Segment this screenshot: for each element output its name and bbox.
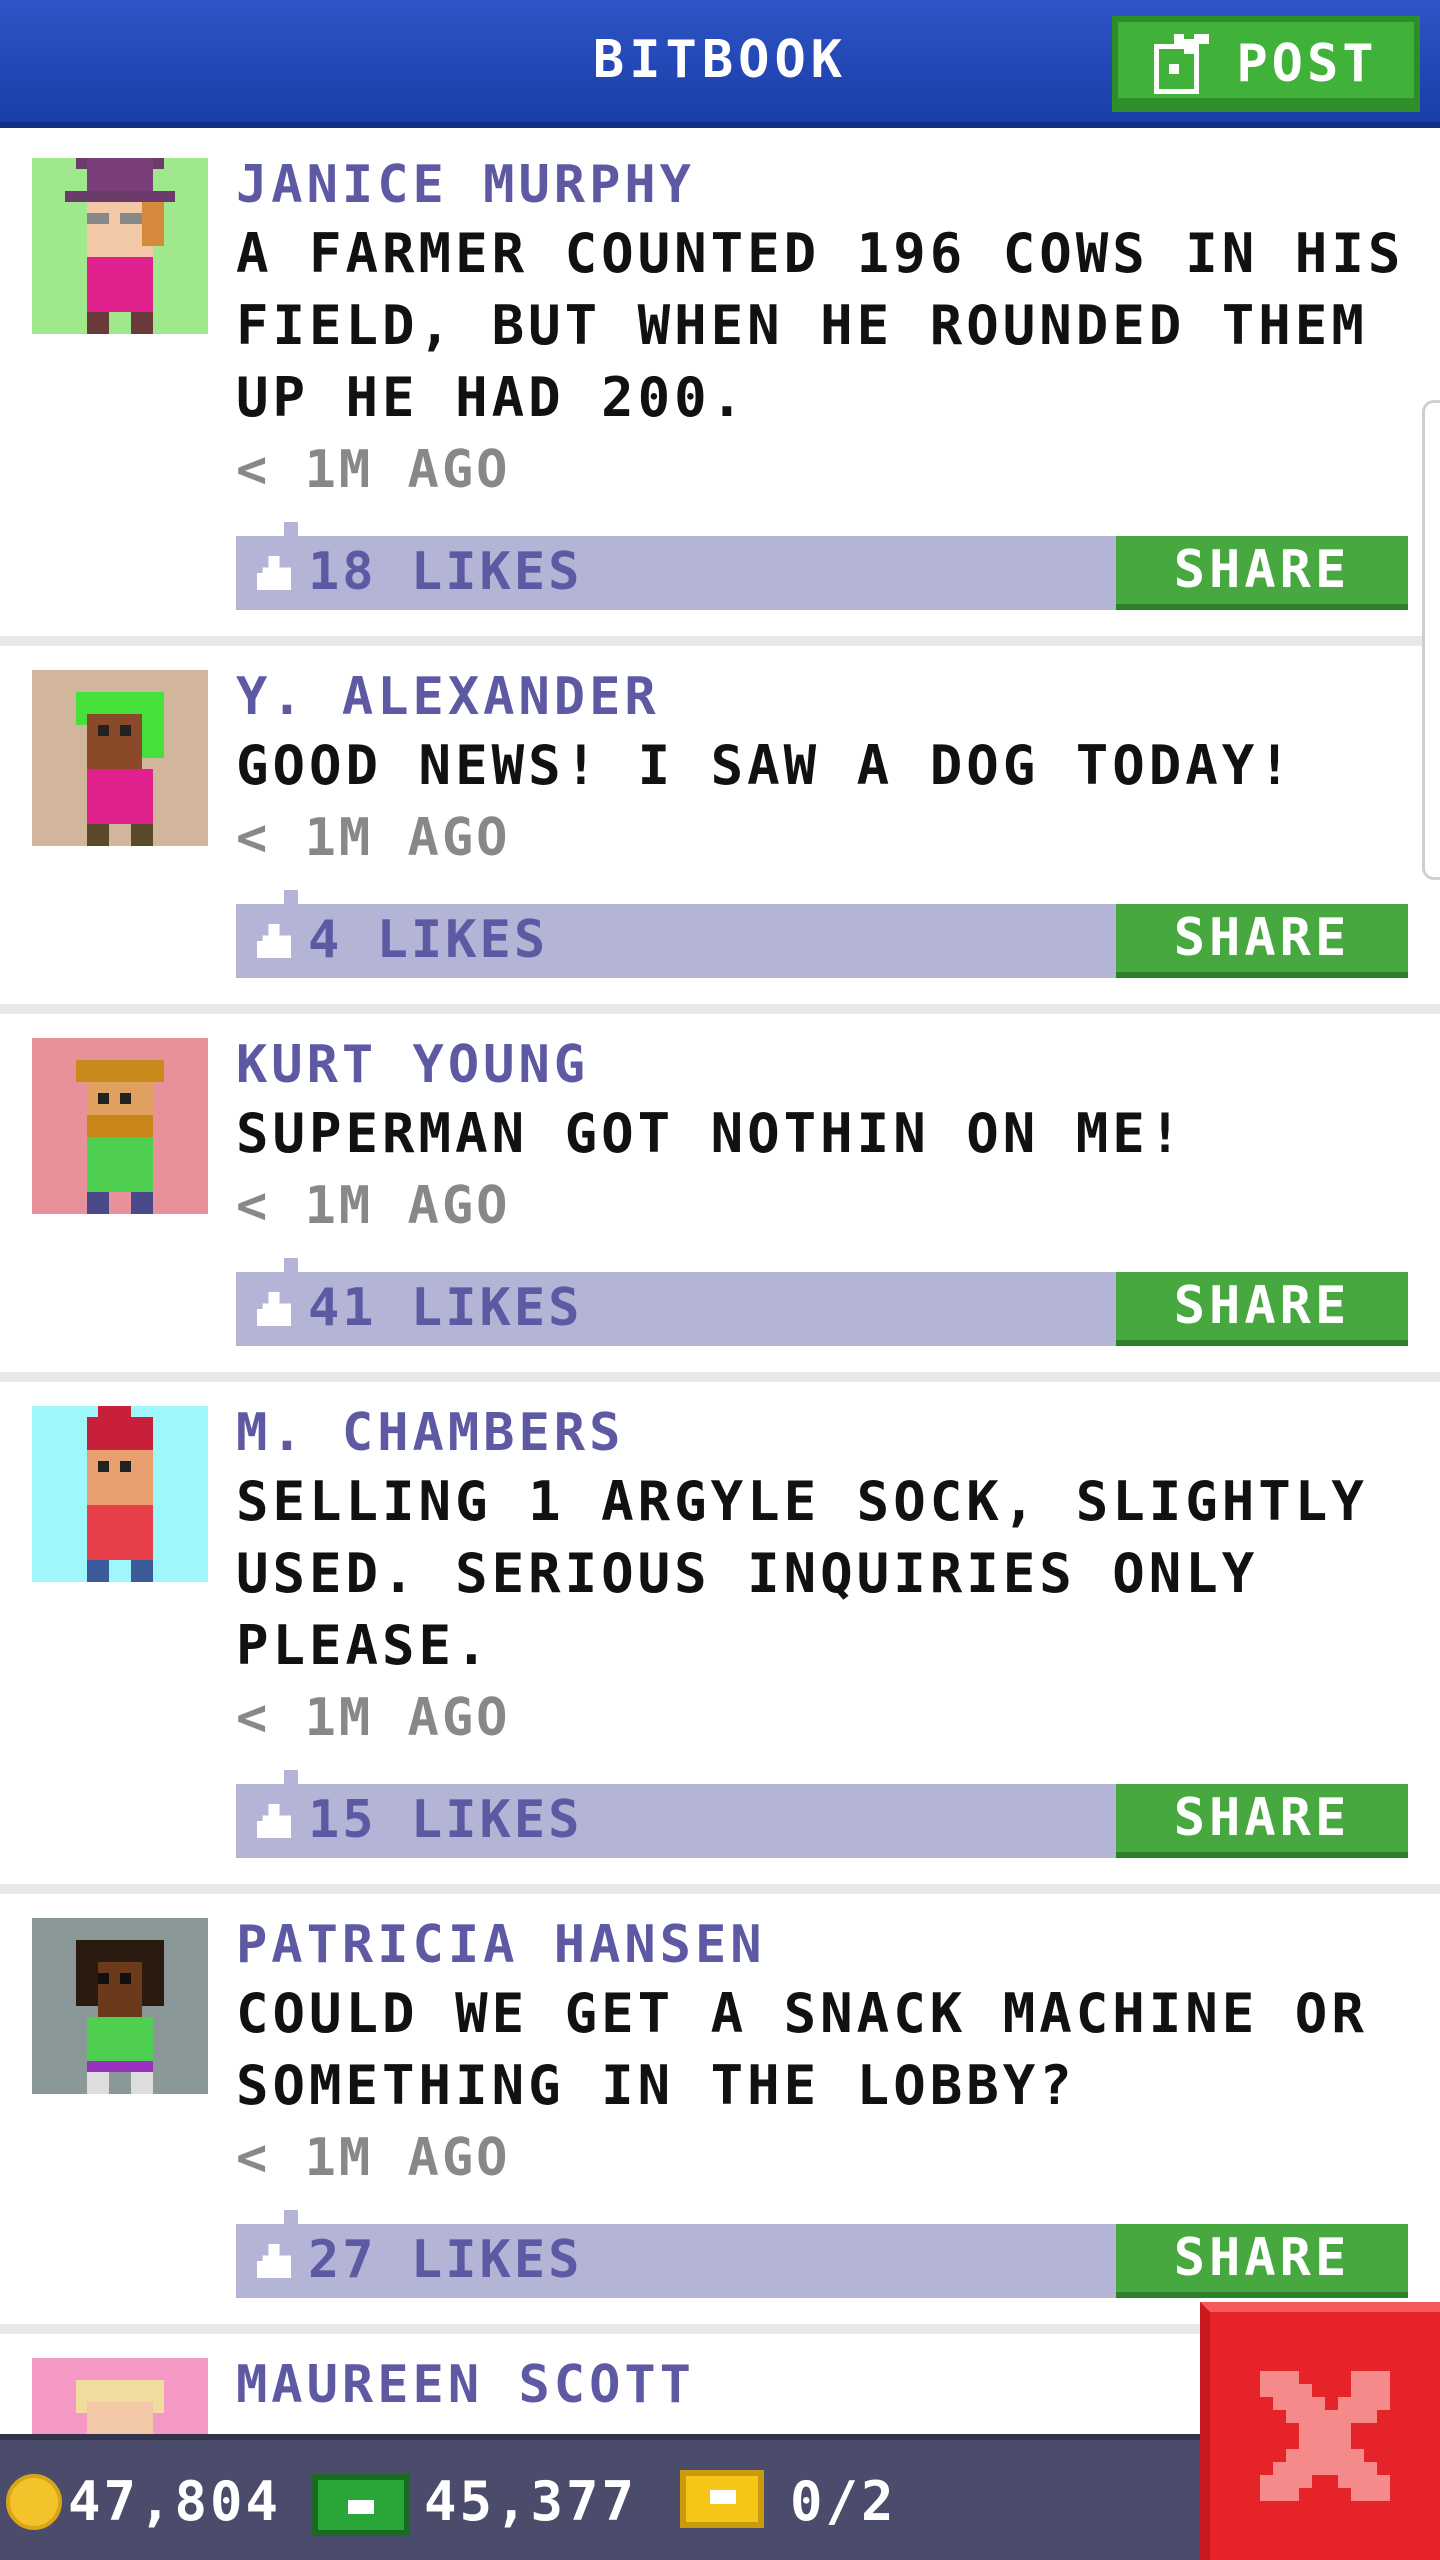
coin-count: 47,804 — [68, 2470, 282, 2533]
scrollbar[interactable] — [1422, 400, 1440, 880]
post-time: < 1M AGO — [236, 808, 511, 868]
share-button[interactable]: SHARE — [1116, 1784, 1408, 1858]
post-message: GOOD NEWS! I SAW A DOG TODAY! — [236, 734, 1295, 797]
thumbs-up-icon — [257, 1292, 291, 1326]
thumbs-up-icon — [257, 1804, 291, 1838]
post-time: < 1M AGO — [236, 440, 511, 500]
likes-count: 4 LIKES — [308, 910, 549, 970]
post-author[interactable]: PATRICIA HANSEN — [236, 1912, 1416, 1978]
post-author[interactable]: Y. ALEXANDER — [236, 664, 1416, 730]
likes-count: 18 LIKES — [308, 542, 583, 602]
header-bar: BITBOOK POST — [0, 0, 1440, 128]
close-button[interactable] — [1200, 2302, 1440, 2560]
likes-count: 27 LIKES — [308, 2230, 583, 2290]
likes-bar: 15 LIKES SHARE — [236, 1770, 1408, 1858]
avatar[interactable] — [32, 1918, 208, 2094]
post-message: A FARMER COUNTED 196 COWS IN HIS FIELD, … — [236, 222, 1405, 429]
post-author[interactable]: M. CHAMBERS — [236, 1400, 1416, 1466]
feed-post: KURT YOUNG SUPERMAN GOT NOTHIN ON ME! < … — [0, 1014, 1440, 1382]
thumbs-up-icon — [257, 924, 291, 958]
post-time: < 1M AGO — [236, 1176, 511, 1236]
share-button[interactable]: SHARE — [1116, 2224, 1408, 2298]
avatar[interactable] — [32, 1406, 208, 1582]
avatar[interactable] — [32, 158, 208, 334]
avatar[interactable] — [32, 670, 208, 846]
feed-post: M. CHAMBERS SELLING 1 ARGYLE SOCK, SLIGH… — [0, 1382, 1440, 1894]
likes-bar: 41 LIKES SHARE — [236, 1258, 1408, 1346]
post-message: SELLING 1 ARGYLE SOCK, SLIGHTLY USED. SE… — [236, 1470, 1368, 1677]
feed-post: JANICE MURPHY A FARMER COUNTED 196 COWS … — [0, 134, 1440, 646]
close-icon — [1260, 2371, 1390, 2501]
likes-count: 41 LIKES — [308, 1278, 583, 1338]
post-author[interactable]: JANICE MURPHY — [236, 152, 1416, 218]
bitbook-screen: BITBOOK POST JANICE MURPHY A FARMER COUN… — [0, 0, 1440, 2560]
cash-icon — [312, 2474, 410, 2536]
likes-bar: 18 LIKES SHARE — [236, 522, 1408, 610]
post-time: < 1M AGO — [236, 1688, 511, 1748]
share-button[interactable]: SHARE — [1116, 1272, 1408, 1346]
bux-count: 45,377 — [424, 2470, 638, 2533]
coin-icon — [6, 2474, 62, 2530]
post-author[interactable]: KURT YOUNG — [236, 1032, 1416, 1098]
share-button[interactable]: SHARE — [1116, 536, 1408, 610]
ticket-icon — [680, 2470, 764, 2528]
post-button[interactable]: POST — [1112, 16, 1420, 112]
share-button[interactable]: SHARE — [1116, 904, 1408, 978]
avatar[interactable] — [32, 1038, 208, 1214]
feed-list[interactable]: JANICE MURPHY A FARMER COUNTED 196 COWS … — [0, 134, 1440, 2560]
likes-bar: 27 LIKES SHARE — [236, 2210, 1408, 2298]
post-message: COULD WE GET A SNACK MACHINE OR SOMETHIN… — [236, 1982, 1368, 2117]
likes-bar: 4 LIKES SHARE — [236, 890, 1408, 978]
likes-count: 15 LIKES — [308, 1790, 583, 1850]
feed-post: Y. ALEXANDER GOOD NEWS! I SAW A DOG TODA… — [0, 646, 1440, 1014]
post-message: SUPERMAN GOT NOTHIN ON ME! — [236, 1102, 1186, 1165]
ticket-count: 0/2 — [790, 2470, 897, 2533]
post-time: < 1M AGO — [236, 2128, 511, 2188]
post-button-label: POST — [1236, 34, 1378, 94]
feed-post: PATRICIA HANSEN COULD WE GET A SNACK MAC… — [0, 1894, 1440, 2334]
edit-icon — [1154, 34, 1210, 94]
thumbs-up-icon — [257, 556, 291, 590]
thumbs-up-icon — [257, 2244, 291, 2278]
